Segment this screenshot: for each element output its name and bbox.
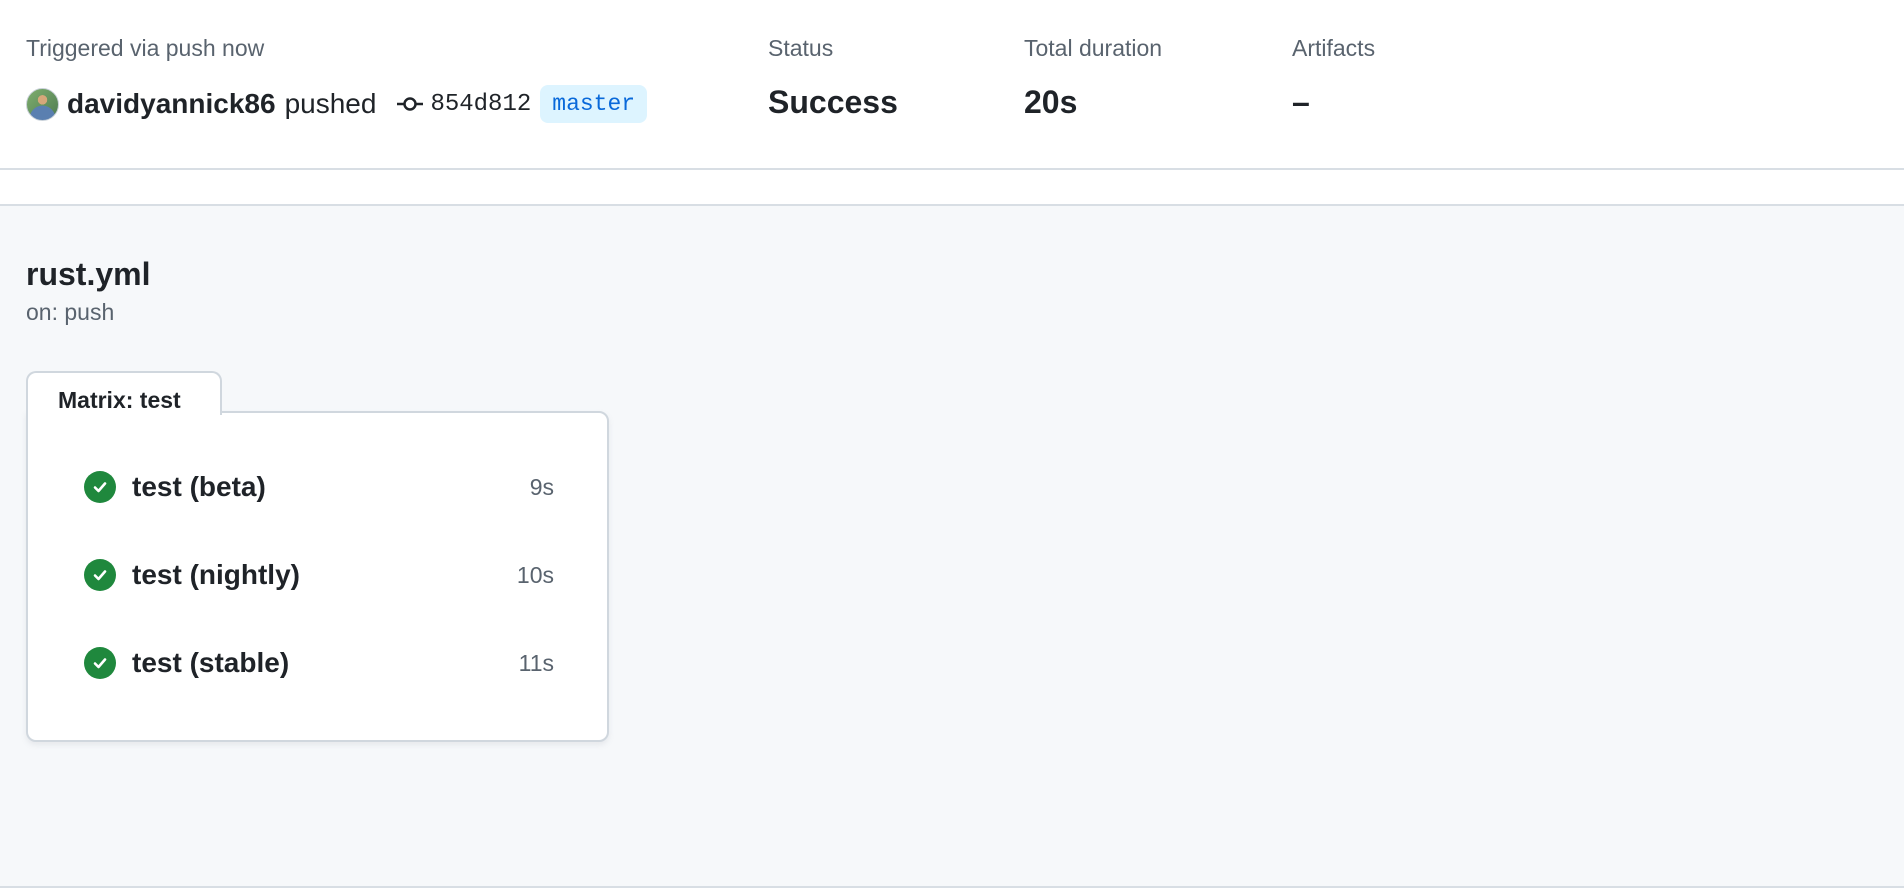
matrix-tab: Matrix: test [26,371,222,415]
artifacts-label: Artifacts [1292,35,1376,61]
check-circle-icon [84,647,116,679]
duration-value: 20s [1024,84,1078,120]
artifacts-column: Artifacts – [1292,34,1375,122]
trigger-column: Triggered via push now [26,34,264,62]
job-duration: 9s [529,473,554,500]
check-circle-icon [84,559,116,591]
workflow-trigger: on: push [26,299,115,325]
job-duration: 11s [518,649,554,676]
job-item-beta[interactable]: test (beta) 9s [84,465,554,509]
check-circle-icon [84,471,116,503]
status-column: Status Success [768,34,898,122]
workflow-file-title: rust.yml [26,256,151,292]
action-text: pushed [284,88,377,119]
job-name: test (beta) [132,471,266,502]
avatar[interactable] [26,87,59,121]
status-label: Status [768,35,834,61]
job-item-nightly[interactable]: test (nightly) 10s [84,553,554,597]
job-item-stable[interactable]: test (stable) 11s [84,641,554,685]
job-name: test (nightly) [132,559,300,590]
matrix-label: Matrix: test [58,387,181,413]
trigger-details: davidyannick86 pushed 854d812 master [26,84,648,124]
status-value: Success [768,84,898,120]
commit-sha-link[interactable]: 854d812 [430,91,531,118]
git-commit-icon [397,97,424,111]
artifacts-value: – [1292,84,1310,120]
duration-column: Total duration 20s [1024,34,1162,122]
job-duration: 10s [516,561,554,588]
matrix-job-group: test (beta) 9s test (nightly) 10s test (… [26,411,609,742]
job-name: test (stable) [132,647,290,678]
workflow-graph: rust.yml on: push Matrix: test test (bet… [0,204,1904,888]
branch-badge[interactable]: master [540,85,648,123]
trigger-label: Triggered via push now [26,35,265,61]
duration-label: Total duration [1024,35,1163,61]
user-link[interactable]: davidyannick86 [67,88,276,120]
run-summary: Triggered via push now davidyannick86 pu… [0,0,1904,170]
